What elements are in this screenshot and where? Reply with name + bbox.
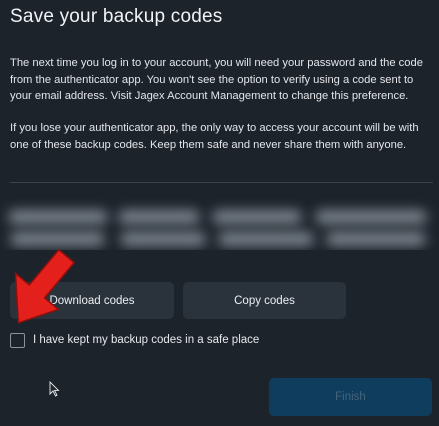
download-codes-button[interactable]: Download codes [10, 282, 174, 319]
backup-codes-dialog: Save your backup codes The next time you… [0, 0, 439, 426]
blurred-code [326, 232, 426, 246]
blurred-code [118, 210, 200, 224]
confirm-checkbox-label[interactable]: I have kept my backup codes in a safe pl… [33, 334, 259, 346]
warning-paragraph: If you lose your authenticator app, the … [10, 122, 419, 151]
backup-codes-obscured [0, 198, 439, 250]
dialog-title: Save your backup codes [10, 6, 223, 27]
confirm-checkbox[interactable] [10, 332, 25, 348]
blurred-code [218, 232, 314, 246]
confirm-row[interactable]: I have kept my backup codes in a safe pl… [10, 331, 259, 349]
divider [10, 182, 433, 183]
finish-button[interactable]: Finish [269, 378, 432, 416]
blurred-code [120, 232, 206, 246]
blurred-code [8, 210, 108, 224]
copy-codes-button[interactable]: Copy codes [183, 282, 346, 319]
blurred-code [212, 210, 302, 224]
blurred-code [10, 232, 105, 246]
instructions-paragraph: The next time you log in to your account… [10, 57, 423, 102]
blurred-code [315, 210, 427, 224]
